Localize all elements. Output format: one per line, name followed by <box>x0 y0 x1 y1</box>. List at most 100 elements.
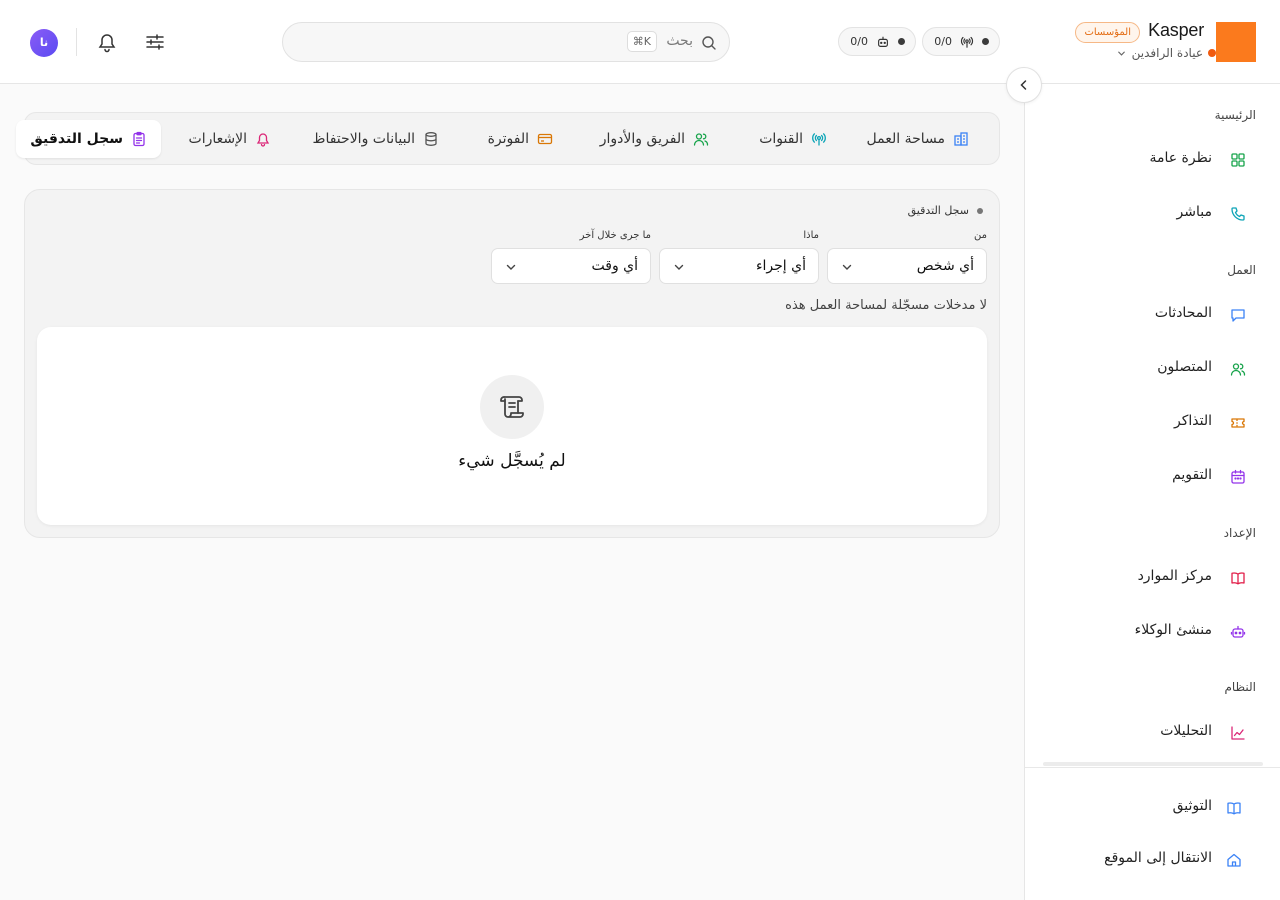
tab-billing[interactable]: الفوترة <box>474 120 567 158</box>
broadcast-icon <box>960 35 974 49</box>
filter-when-value: أي وقت <box>591 258 639 274</box>
sidebar-item-go-to-site[interactable]: الانتقال إلى الموقع <box>1025 840 1280 880</box>
sidebar-collapse-button[interactable] <box>1006 67 1042 103</box>
status-dot <box>898 38 905 45</box>
users-icon <box>1230 361 1246 377</box>
sidebar-section-main: الرئيسية <box>1214 108 1256 122</box>
sidebar-item-label: التذاكر <box>1173 413 1212 429</box>
calendar-icon <box>1230 469 1246 485</box>
tab-label: الفوترة <box>487 131 529 147</box>
filter-what-select[interactable]: أي إجراء <box>659 248 819 284</box>
broadcast-icon <box>811 131 827 147</box>
book-open-icon <box>1230 570 1246 586</box>
tab-workspace[interactable]: مساحة العمل <box>853 120 983 158</box>
filter-who-label: من <box>974 230 987 241</box>
empty-state-icon-wrap <box>480 375 544 439</box>
filter-who-value: أي شخص <box>916 258 974 274</box>
sidebar-item-label: المتصلون <box>1157 359 1212 375</box>
sidebar-item-label: التقويم <box>1172 467 1212 483</box>
grid-icon <box>1230 152 1246 168</box>
empty-state-title: لم يُسجَّل شيء <box>458 451 566 471</box>
book-icon <box>1226 800 1242 816</box>
sidebar-divider <box>1025 767 1280 768</box>
sidebar-item-label: مركز الموارد <box>1137 568 1212 584</box>
agents-count: 0/0 <box>850 35 868 48</box>
channels-count: 0/0 <box>934 35 952 48</box>
sidebar-item-label: المحادثات <box>1154 305 1212 321</box>
search-input[interactable] <box>299 31 529 55</box>
tab-data[interactable]: البيانات والاحتفاظ <box>299 120 453 158</box>
notifications-button[interactable] <box>94 29 120 55</box>
search-label: بحث <box>666 33 693 49</box>
sidebar-item-label: التحليلات <box>1160 723 1212 739</box>
sidebar-item-agent-builder[interactable]: منشئ الوكلاء <box>1025 612 1280 652</box>
sidebar-item-label: مباشر <box>1176 204 1212 220</box>
sidebar-section-system: النظام <box>1224 680 1256 694</box>
sidebar-section-work: العمل <box>1227 263 1256 277</box>
tab-label: سجل التدقيق <box>30 131 123 147</box>
filter-when-label: ما جرى خلال آخر <box>579 230 651 241</box>
search-bar[interactable]: بحث ⌘K <box>282 22 730 62</box>
sidebar-item-contacts[interactable]: المتصلون <box>1025 349 1280 389</box>
sidebar-item-overview[interactable]: نظرة عامة <box>1025 140 1280 180</box>
brand-name: Kasper <box>1148 20 1204 40</box>
tab-label: البيانات والاحتفاظ <box>312 131 415 147</box>
chart-line-icon <box>1230 725 1246 741</box>
plan-badge: المؤسسات <box>1075 22 1140 43</box>
tab-audit[interactable]: سجل التدقيق <box>16 120 161 158</box>
phone-icon <box>1230 206 1246 222</box>
empty-state-card: لم يُسجَّل شيء <box>37 327 987 525</box>
filter-what-label: ماذا <box>803 230 819 241</box>
user-avatar[interactable]: نا <box>30 29 58 57</box>
sidebar-item-resources[interactable]: مركز الموارد <box>1025 558 1280 598</box>
scroll-icon <box>480 391 544 423</box>
workspace-switcher[interactable]: عيادة الرافدين <box>1116 46 1216 60</box>
sidebar: الرئيسية نظرة عامة مباشر العمل المحادثات <box>1024 84 1280 900</box>
bot-icon <box>1230 624 1246 640</box>
sidebar-item-label: الانتقال إلى الموقع <box>1104 850 1212 866</box>
sidebar-item-calendar[interactable]: التقويم <box>1025 457 1280 497</box>
sidebar-scrollbar[interactable] <box>1043 762 1263 766</box>
home-icon <box>1226 852 1242 868</box>
sidebar-item-label: التوثيق <box>1172 798 1212 814</box>
sidebar-item-tickets[interactable]: التذاكر <box>1025 403 1280 443</box>
sidebar-item-live[interactable]: مباشر <box>1025 194 1280 234</box>
users-icon <box>693 131 709 147</box>
bell-icon <box>255 131 271 147</box>
sidebar-section-setup: الإعداد <box>1223 526 1256 540</box>
filter-who-select[interactable]: أي شخص <box>827 248 987 284</box>
sidebar-item-analytics[interactable]: التحليلات <box>1025 713 1280 753</box>
chevron-down-icon <box>1116 48 1127 59</box>
tab-label: الفريق والأدوار <box>599 131 685 147</box>
filter-when-select[interactable]: أي وقت <box>491 248 651 284</box>
bell-icon <box>94 31 120 53</box>
empty-note: لا مدخلات مسجّلة لمساحة العمل هذه <box>785 298 987 313</box>
audit-log-panel: سجل التدقيق من أي شخص ماذا أي إجراء ما ج… <box>24 189 1000 538</box>
workspace-status-dot <box>1208 49 1216 57</box>
settings-tabs: مساحة العمل القنوات الفريق والأدوار الفو… <box>16 112 1000 165</box>
sidebar-item-conversations[interactable]: المحادثات <box>1025 295 1280 335</box>
brand-logo <box>1216 22 1256 62</box>
chevron-left-icon <box>1007 78 1041 92</box>
database-icon <box>423 131 439 147</box>
tab-notifications[interactable]: الإشعارات <box>175 120 285 158</box>
header-divider <box>76 28 77 56</box>
agents-status-pill[interactable]: 0/0 <box>838 27 916 56</box>
search-shortcut: ⌘K <box>626 31 657 52</box>
tab-label: الإشعارات <box>188 131 247 147</box>
tab-label: مساحة العمل <box>866 131 945 147</box>
building-icon <box>953 131 969 147</box>
sidebar-item-label: منشئ الوكلاء <box>1134 622 1212 638</box>
tab-team[interactable]: الفريق والأدوار <box>586 120 723 158</box>
ticket-icon <box>1230 415 1246 431</box>
top-header: Kasper المؤسسات عيادة الرافدين 0/0 0/0 ب… <box>0 0 1280 84</box>
chat-icon <box>1230 307 1246 323</box>
bot-icon <box>876 35 890 49</box>
filters-button[interactable] <box>142 29 168 55</box>
panel-title: سجل التدقيق <box>908 204 983 217</box>
search-icon <box>701 35 717 51</box>
sidebar-item-docs[interactable]: التوثيق <box>1025 788 1280 828</box>
channels-status-pill[interactable]: 0/0 <box>922 27 1000 56</box>
tab-channels[interactable]: القنوات <box>745 120 841 158</box>
title-dot <box>977 207 983 214</box>
